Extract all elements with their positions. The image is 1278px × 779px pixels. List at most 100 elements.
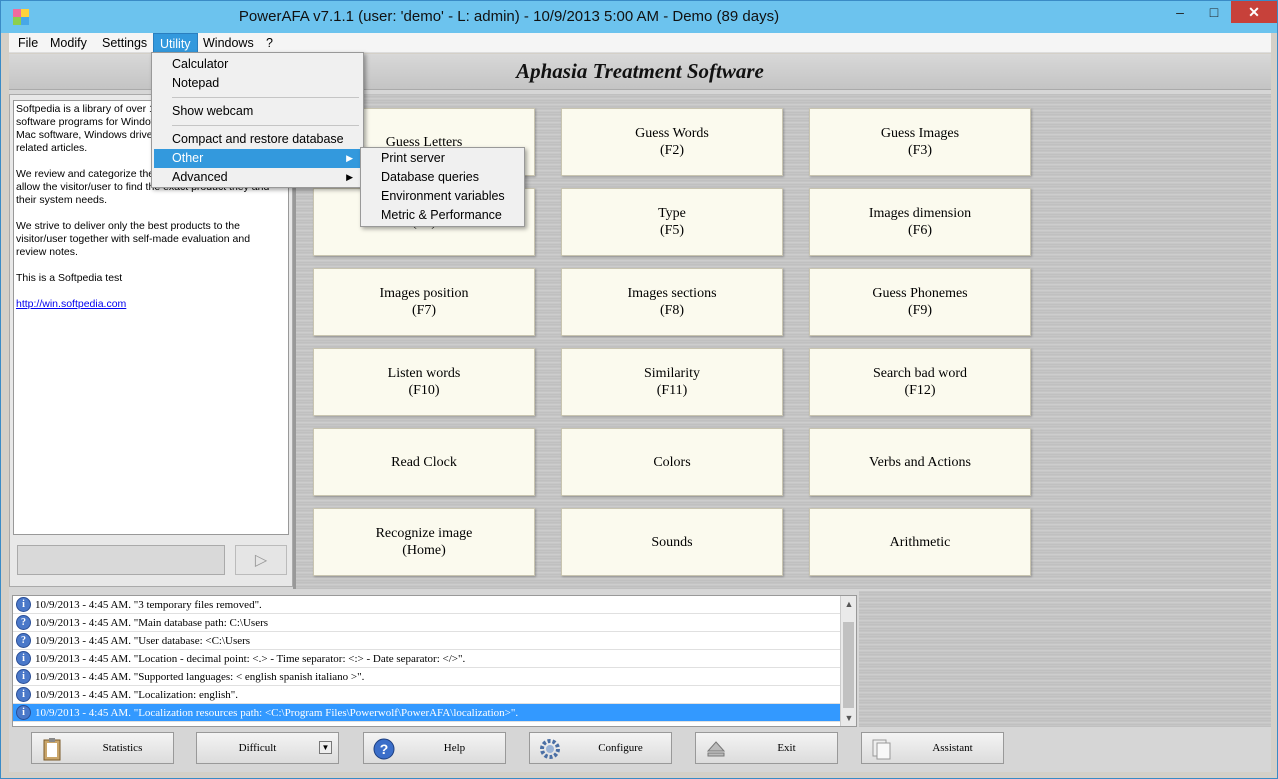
exercise-tile[interactable]: Verbs and Actions bbox=[809, 428, 1031, 496]
configure-button[interactable]: Configure bbox=[529, 732, 672, 764]
exercise-tile[interactable]: Guess Words (F2) bbox=[561, 108, 783, 176]
exercise-tile[interactable]: Arithmetic bbox=[809, 508, 1031, 576]
input-field[interactable] bbox=[17, 545, 225, 575]
exercise-tile[interactable]: Guess Phonemes (F9) bbox=[809, 268, 1031, 336]
question-icon: ? bbox=[16, 633, 31, 648]
exercise-tile[interactable]: Search bad word (F12) bbox=[809, 348, 1031, 416]
question-icon: ? bbox=[16, 615, 31, 630]
chevron-down-icon[interactable]: ▼ bbox=[319, 741, 332, 754]
exercise-tile[interactable]: Read Clock bbox=[313, 428, 535, 496]
menu-item-show-webcam[interactable]: Show webcam bbox=[154, 102, 361, 121]
log-text: 10/9/2013 - 4:45 AM. "Supported language… bbox=[35, 671, 365, 683]
difficulty-select[interactable]: Difficult ▼ bbox=[196, 732, 339, 764]
window-title: PowerAFA v7.1.1 (user: 'demo' - L: admin… bbox=[238, 8, 780, 25]
menu-bar: File Modify Settings Utility Windows ? bbox=[9, 33, 1271, 53]
log-row[interactable]: ? 10/9/2013 - 4:45 AM. "Main database pat… bbox=[13, 614, 840, 632]
log-row[interactable]: i 10/9/2013 - 4:45 AM. "Localization: eng… bbox=[13, 686, 840, 704]
play-button[interactable]: ▷ bbox=[235, 545, 287, 575]
tile-title: Images sections bbox=[627, 286, 717, 301]
tile-title: Verbs and Actions bbox=[869, 454, 971, 470]
exercise-tile[interactable]: Type (F5) bbox=[561, 188, 783, 256]
assistant-button[interactable]: Assistant bbox=[861, 732, 1004, 764]
exercise-tile[interactable]: Similarity (F11) bbox=[561, 348, 783, 416]
help-button[interactable]: ? Help bbox=[363, 732, 506, 764]
tile-title: Sounds bbox=[651, 534, 693, 550]
notes-line: software programs for Window bbox=[16, 116, 159, 128]
tile-shortcut: (F10) bbox=[408, 383, 440, 398]
exercise-tile[interactable]: Images dimension (F6) bbox=[809, 188, 1031, 256]
menu-item-calculator[interactable]: Calculator bbox=[154, 55, 361, 74]
menu-help[interactable]: ? bbox=[260, 33, 279, 53]
menu-utility[interactable]: Utility bbox=[153, 33, 198, 53]
log-scrollbar[interactable]: ▲ ▼ bbox=[840, 596, 856, 726]
softpedia-link[interactable]: http://win.softpedia.com bbox=[16, 298, 126, 310]
exercise-tile[interactable]: Listen words (F10) bbox=[313, 348, 535, 416]
title-bar[interactable]: PowerAFA v7.1.1 (user: 'demo' - L: admin… bbox=[1, 1, 1277, 33]
tile-shortcut: (F8) bbox=[659, 303, 685, 318]
menu-item-other[interactable]: Other ▶ bbox=[154, 149, 361, 168]
tile-shortcut: (F6) bbox=[907, 223, 933, 238]
tile-title: Read Clock bbox=[391, 454, 457, 470]
menu-item-advanced[interactable]: Advanced ▶ bbox=[154, 168, 361, 187]
tile-shortcut: (F7) bbox=[411, 303, 437, 318]
submenu-arrow-icon: ▶ bbox=[346, 153, 353, 163]
tile-title: Guess Phonemes bbox=[872, 286, 968, 301]
tile-title: Recognize image bbox=[375, 526, 473, 541]
tile-title: Images position bbox=[379, 286, 469, 301]
exercise-tile[interactable]: Sounds bbox=[561, 508, 783, 576]
scroll-thumb[interactable] bbox=[843, 622, 854, 708]
close-button[interactable]: ✕ bbox=[1231, 1, 1277, 23]
log-text: 10/9/2013 - 4:45 AM. "Localization resou… bbox=[35, 707, 519, 719]
exercise-tile[interactable]: Colors bbox=[561, 428, 783, 496]
menu-file[interactable]: File bbox=[12, 33, 44, 53]
menu-item-compact-database[interactable]: Compact and restore database bbox=[154, 130, 361, 149]
scroll-down-icon[interactable]: ▼ bbox=[841, 710, 856, 726]
menu-settings[interactable]: Settings bbox=[96, 33, 153, 53]
menu-item-metric-performance[interactable]: Metric & Performance bbox=[363, 206, 522, 225]
log-row[interactable]: i 10/9/2013 - 4:45 AM. "3 temporary files… bbox=[13, 596, 840, 614]
play-icon: ▷ bbox=[254, 552, 268, 569]
tile-shortcut: (F2) bbox=[659, 143, 685, 158]
statistics-button[interactable]: Statistics bbox=[31, 732, 174, 764]
menu-modify[interactable]: Modify bbox=[44, 33, 93, 53]
log-row[interactable]: i 10/9/2013 - 4:45 AM. "Supported languag… bbox=[13, 668, 840, 686]
exercise-tile[interactable]: Guess Images (F3) bbox=[809, 108, 1031, 176]
menu-item-notepad[interactable]: Notepad bbox=[154, 74, 361, 93]
info-icon: i bbox=[16, 597, 31, 612]
tile-title: Guess Words bbox=[635, 126, 709, 141]
scroll-up-icon[interactable]: ▲ bbox=[841, 596, 856, 612]
log-text: 10/9/2013 - 4:45 AM. "Location - decimal… bbox=[35, 653, 466, 665]
menu-item-environment-variables[interactable]: Environment variables bbox=[363, 187, 522, 206]
log-row[interactable]: i 10/9/2013 - 4:45 AM. "Localization reso… bbox=[13, 704, 840, 722]
exercise-tile[interactable]: Images position (F7) bbox=[313, 268, 535, 336]
menu-item-advanced-label: Advanced bbox=[172, 170, 228, 184]
tile-title: Similarity bbox=[644, 366, 700, 381]
notes-line: related articles. bbox=[16, 142, 88, 154]
difficulty-value: Difficult bbox=[238, 742, 277, 754]
bottom-toolbar: Statistics Difficult ▼ ? Help Configure … bbox=[9, 729, 1271, 772]
menu-item-database-queries[interactable]: Database queries bbox=[363, 168, 522, 187]
menu-separator bbox=[172, 97, 359, 98]
menu-separator bbox=[172, 125, 359, 126]
clipboard-icon bbox=[43, 738, 61, 761]
minimize-button[interactable]: – bbox=[1163, 1, 1197, 23]
exit-button[interactable]: Exit bbox=[695, 732, 838, 764]
tile-title: Search bad word bbox=[872, 366, 968, 381]
documents-icon bbox=[872, 739, 891, 760]
log-list[interactable]: ▲ ▼ i 10/9/2013 - 4:45 AM. "3 temporary f… bbox=[12, 595, 857, 727]
log-row[interactable]: i 10/9/2013 - 4:45 AM. "Location - decima… bbox=[13, 650, 840, 668]
svg-text:?: ? bbox=[380, 741, 389, 757]
exercise-tile[interactable]: Images sections (F8) bbox=[561, 268, 783, 336]
notes-line: Softpedia is a library of over 1 bbox=[16, 103, 155, 115]
maximize-button[interactable]: □ bbox=[1197, 1, 1231, 23]
app-window: PowerAFA v7.1.1 (user: 'demo' - L: admin… bbox=[0, 0, 1278, 779]
log-side-panel bbox=[859, 591, 1271, 727]
log-text: 10/9/2013 - 4:45 AM. "3 temporary files … bbox=[35, 599, 262, 611]
menu-windows[interactable]: Windows bbox=[197, 33, 260, 53]
log-text: 10/9/2013 - 4:45 AM. "Localization: engl… bbox=[35, 689, 238, 701]
exercise-tile[interactable]: Recognize image (Home) bbox=[313, 508, 535, 576]
help-icon: ? bbox=[373, 738, 395, 760]
log-row[interactable]: ? 10/9/2013 - 4:45 AM. "User database: <C… bbox=[13, 632, 840, 650]
menu-item-print-server[interactable]: Print server bbox=[363, 149, 522, 168]
notes-line: Mac software, Windows drive bbox=[16, 129, 153, 141]
